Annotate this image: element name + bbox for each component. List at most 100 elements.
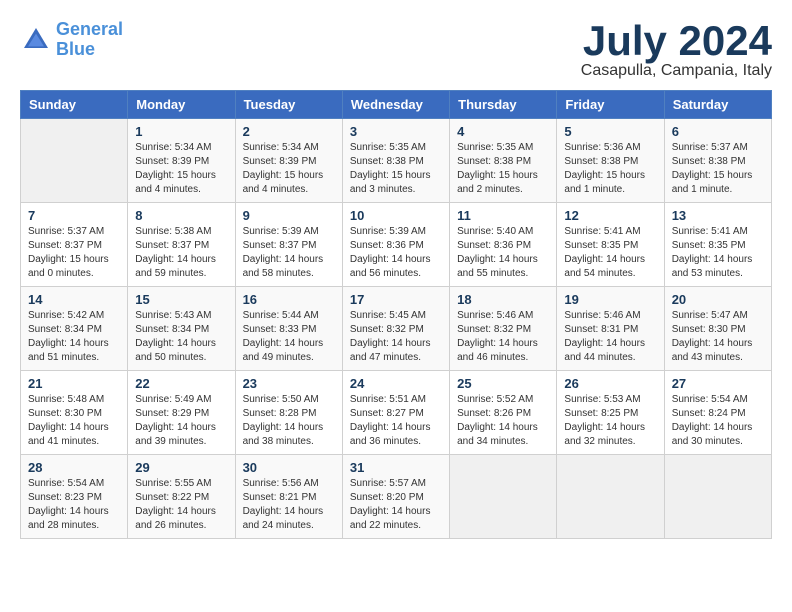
day-number: 13 bbox=[672, 208, 764, 223]
sunrise-text: Sunrise: 5:36 AM bbox=[564, 141, 656, 155]
day-number: 22 bbox=[135, 376, 227, 391]
day-number: 10 bbox=[350, 208, 442, 223]
calendar-week-row: 1 Sunrise: 5:34 AM Sunset: 8:39 PM Dayli… bbox=[21, 119, 772, 203]
sunrise-text: Sunrise: 5:34 AM bbox=[135, 141, 227, 155]
day-info: Sunrise: 5:41 AM Sunset: 8:35 PM Dayligh… bbox=[672, 225, 764, 281]
sunrise-text: Sunrise: 5:37 AM bbox=[28, 225, 120, 239]
col-tuesday: Tuesday bbox=[235, 91, 342, 119]
day-info: Sunrise: 5:38 AM Sunset: 8:37 PM Dayligh… bbox=[135, 225, 227, 281]
sunrise-text: Sunrise: 5:53 AM bbox=[564, 393, 656, 407]
daylight-text: Daylight: 15 hours and 1 minute. bbox=[672, 169, 764, 197]
sunset-text: Sunset: 8:35 PM bbox=[564, 239, 656, 253]
calendar-week-row: 7 Sunrise: 5:37 AM Sunset: 8:37 PM Dayli… bbox=[21, 203, 772, 287]
day-number: 2 bbox=[243, 124, 335, 139]
day-info: Sunrise: 5:47 AM Sunset: 8:30 PM Dayligh… bbox=[672, 309, 764, 365]
table-row: 7 Sunrise: 5:37 AM Sunset: 8:37 PM Dayli… bbox=[21, 203, 128, 287]
day-info: Sunrise: 5:40 AM Sunset: 8:36 PM Dayligh… bbox=[457, 225, 549, 281]
sunset-text: Sunset: 8:21 PM bbox=[243, 491, 335, 505]
sunrise-text: Sunrise: 5:37 AM bbox=[672, 141, 764, 155]
sunset-text: Sunset: 8:39 PM bbox=[243, 155, 335, 169]
calendar-header-row: Sunday Monday Tuesday Wednesday Thursday… bbox=[21, 91, 772, 119]
sunset-text: Sunset: 8:37 PM bbox=[135, 239, 227, 253]
col-saturday: Saturday bbox=[664, 91, 771, 119]
daylight-text: Daylight: 15 hours and 1 minute. bbox=[564, 169, 656, 197]
sunset-text: Sunset: 8:30 PM bbox=[672, 323, 764, 337]
logo-line1: General bbox=[56, 19, 123, 39]
sunset-text: Sunset: 8:38 PM bbox=[457, 155, 549, 169]
table-row: 3 Sunrise: 5:35 AM Sunset: 8:38 PM Dayli… bbox=[342, 119, 449, 203]
day-info: Sunrise: 5:51 AM Sunset: 8:27 PM Dayligh… bbox=[350, 393, 442, 449]
daylight-text: Daylight: 15 hours and 4 minutes. bbox=[135, 169, 227, 197]
sunset-text: Sunset: 8:26 PM bbox=[457, 407, 549, 421]
day-info: Sunrise: 5:44 AM Sunset: 8:33 PM Dayligh… bbox=[243, 309, 335, 365]
daylight-text: Daylight: 14 hours and 36 minutes. bbox=[350, 421, 442, 449]
daylight-text: Daylight: 14 hours and 30 minutes. bbox=[672, 421, 764, 449]
table-row: 4 Sunrise: 5:35 AM Sunset: 8:38 PM Dayli… bbox=[450, 119, 557, 203]
daylight-text: Daylight: 14 hours and 34 minutes. bbox=[457, 421, 549, 449]
daylight-text: Daylight: 14 hours and 43 minutes. bbox=[672, 337, 764, 365]
day-number: 21 bbox=[28, 376, 120, 391]
day-number: 17 bbox=[350, 292, 442, 307]
day-number: 16 bbox=[243, 292, 335, 307]
day-number: 14 bbox=[28, 292, 120, 307]
table-row: 14 Sunrise: 5:42 AM Sunset: 8:34 PM Dayl… bbox=[21, 287, 128, 371]
table-row: 2 Sunrise: 5:34 AM Sunset: 8:39 PM Dayli… bbox=[235, 119, 342, 203]
sunset-text: Sunset: 8:37 PM bbox=[28, 239, 120, 253]
table-row: 25 Sunrise: 5:52 AM Sunset: 8:26 PM Dayl… bbox=[450, 371, 557, 455]
table-row: 27 Sunrise: 5:54 AM Sunset: 8:24 PM Dayl… bbox=[664, 371, 771, 455]
table-row: 19 Sunrise: 5:46 AM Sunset: 8:31 PM Dayl… bbox=[557, 287, 664, 371]
day-info: Sunrise: 5:57 AM Sunset: 8:20 PM Dayligh… bbox=[350, 477, 442, 533]
day-info: Sunrise: 5:56 AM Sunset: 8:21 PM Dayligh… bbox=[243, 477, 335, 533]
sunrise-text: Sunrise: 5:50 AM bbox=[243, 393, 335, 407]
table-row: 13 Sunrise: 5:41 AM Sunset: 8:35 PM Dayl… bbox=[664, 203, 771, 287]
table-row: 30 Sunrise: 5:56 AM Sunset: 8:21 PM Dayl… bbox=[235, 455, 342, 539]
day-info: Sunrise: 5:48 AM Sunset: 8:30 PM Dayligh… bbox=[28, 393, 120, 449]
sunrise-text: Sunrise: 5:35 AM bbox=[350, 141, 442, 155]
day-info: Sunrise: 5:35 AM Sunset: 8:38 PM Dayligh… bbox=[457, 141, 549, 197]
table-row: 31 Sunrise: 5:57 AM Sunset: 8:20 PM Dayl… bbox=[342, 455, 449, 539]
sunset-text: Sunset: 8:39 PM bbox=[135, 155, 227, 169]
day-info: Sunrise: 5:43 AM Sunset: 8:34 PM Dayligh… bbox=[135, 309, 227, 365]
table-row bbox=[664, 455, 771, 539]
logo-icon bbox=[20, 24, 52, 56]
day-number: 24 bbox=[350, 376, 442, 391]
daylight-text: Daylight: 15 hours and 4 minutes. bbox=[243, 169, 335, 197]
sunset-text: Sunset: 8:22 PM bbox=[135, 491, 227, 505]
sunrise-text: Sunrise: 5:54 AM bbox=[28, 477, 120, 491]
table-row: 28 Sunrise: 5:54 AM Sunset: 8:23 PM Dayl… bbox=[21, 455, 128, 539]
sunset-text: Sunset: 8:38 PM bbox=[350, 155, 442, 169]
day-info: Sunrise: 5:46 AM Sunset: 8:31 PM Dayligh… bbox=[564, 309, 656, 365]
day-number: 9 bbox=[243, 208, 335, 223]
day-number: 7 bbox=[28, 208, 120, 223]
day-info: Sunrise: 5:36 AM Sunset: 8:38 PM Dayligh… bbox=[564, 141, 656, 197]
col-friday: Friday bbox=[557, 91, 664, 119]
day-number: 26 bbox=[564, 376, 656, 391]
table-row bbox=[557, 455, 664, 539]
month-title: July 2024 bbox=[581, 20, 772, 62]
table-row: 21 Sunrise: 5:48 AM Sunset: 8:30 PM Dayl… bbox=[21, 371, 128, 455]
col-wednesday: Wednesday bbox=[342, 91, 449, 119]
logo-text: General Blue bbox=[56, 20, 123, 60]
day-info: Sunrise: 5:37 AM Sunset: 8:37 PM Dayligh… bbox=[28, 225, 120, 281]
sunrise-text: Sunrise: 5:39 AM bbox=[350, 225, 442, 239]
day-number: 25 bbox=[457, 376, 549, 391]
table-row: 20 Sunrise: 5:47 AM Sunset: 8:30 PM Dayl… bbox=[664, 287, 771, 371]
daylight-text: Daylight: 14 hours and 58 minutes. bbox=[243, 253, 335, 281]
day-number: 28 bbox=[28, 460, 120, 475]
sunrise-text: Sunrise: 5:47 AM bbox=[672, 309, 764, 323]
day-info: Sunrise: 5:39 AM Sunset: 8:36 PM Dayligh… bbox=[350, 225, 442, 281]
sunrise-text: Sunrise: 5:43 AM bbox=[135, 309, 227, 323]
day-info: Sunrise: 5:35 AM Sunset: 8:38 PM Dayligh… bbox=[350, 141, 442, 197]
daylight-text: Daylight: 14 hours and 26 minutes. bbox=[135, 505, 227, 533]
sunrise-text: Sunrise: 5:56 AM bbox=[243, 477, 335, 491]
day-info: Sunrise: 5:54 AM Sunset: 8:24 PM Dayligh… bbox=[672, 393, 764, 449]
daylight-text: Daylight: 14 hours and 59 minutes. bbox=[135, 253, 227, 281]
sunrise-text: Sunrise: 5:57 AM bbox=[350, 477, 442, 491]
day-number: 18 bbox=[457, 292, 549, 307]
title-section: July 2024 Casapulla, Campania, Italy bbox=[581, 20, 772, 80]
day-info: Sunrise: 5:39 AM Sunset: 8:37 PM Dayligh… bbox=[243, 225, 335, 281]
sunrise-text: Sunrise: 5:39 AM bbox=[243, 225, 335, 239]
col-thursday: Thursday bbox=[450, 91, 557, 119]
table-row: 6 Sunrise: 5:37 AM Sunset: 8:38 PM Dayli… bbox=[664, 119, 771, 203]
day-number: 3 bbox=[350, 124, 442, 139]
